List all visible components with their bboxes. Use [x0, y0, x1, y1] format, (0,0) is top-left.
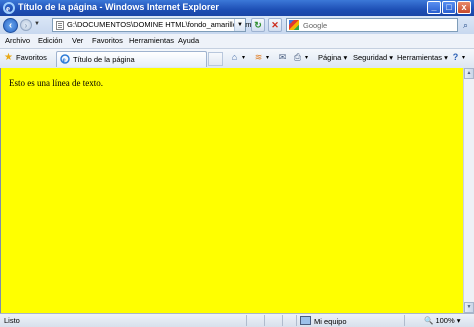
svg-text:e: e	[63, 56, 66, 64]
address-field[interactable]: G:\DOCUMENTOS\DOMINE HTML\fondo_amarillo…	[52, 18, 251, 32]
home-icon[interactable]: ⌂	[229, 52, 240, 63]
zoom-control[interactable]: 🔍 100% ▾	[424, 316, 460, 325]
read-mail-icon[interactable]: ✉	[277, 52, 288, 63]
status-bar: Listo Mi equipo 🔍 100% ▾	[0, 313, 474, 327]
menu-archivo[interactable]: Archivo	[5, 36, 30, 45]
menu-ver[interactable]: Ver	[72, 36, 83, 45]
page-menu-label: Página	[318, 53, 342, 62]
back-button[interactable]: ‹	[3, 18, 18, 33]
browser-window: e Título de la página - Windows Internet…	[0, 0, 474, 327]
zoom-level: 100%	[435, 316, 455, 325]
stop-button[interactable]: ✕	[268, 18, 282, 32]
svg-text:e: e	[6, 4, 10, 14]
feeds-icon[interactable]: ≋	[253, 52, 264, 63]
feeds-dropdown-icon[interactable]: ▾	[266, 54, 269, 61]
security-zone[interactable]: Mi equipo	[300, 316, 347, 326]
home-dropdown-icon[interactable]: ▾	[242, 54, 245, 61]
status-divider	[264, 315, 265, 326]
menu-bar: Archivo Edición Ver Favoritos Herramient…	[0, 34, 474, 49]
forward-button[interactable]: ›	[20, 19, 32, 31]
history-dropdown-icon[interactable]: ▼	[34, 21, 40, 27]
status-divider	[246, 315, 247, 326]
command-bar: ★ Favoritos e Título de la página ⌂ ▾ ≋ …	[0, 49, 474, 69]
status-divider	[282, 315, 283, 326]
tab-label: Título de la página	[73, 55, 135, 64]
favorites-label: Favoritos	[16, 53, 47, 62]
security-menu-label: Seguridad	[353, 53, 388, 62]
computer-icon	[300, 316, 311, 325]
content-text: Esto es una línea de texto.	[9, 78, 103, 88]
menu-favoritos[interactable]: Favoritos	[92, 36, 123, 45]
page-icon	[56, 21, 64, 30]
new-tab-button[interactable]	[208, 52, 223, 66]
star-icon: ★	[4, 52, 13, 63]
refresh-button[interactable]: ↻	[251, 18, 265, 32]
title-bar: e Título de la página - Windows Internet…	[0, 0, 474, 16]
search-icon[interactable]: ⌕	[459, 18, 472, 32]
google-icon	[289, 20, 299, 30]
search-input[interactable]: Google	[286, 18, 458, 32]
tools-menu-label: Herramientas	[397, 53, 443, 62]
tools-menu[interactable]: Herramientas ▾	[397, 53, 448, 62]
internet-explorer-icon: e	[3, 2, 15, 14]
tab-page-icon: e	[60, 54, 70, 64]
address-row: ‹ › ▼ G:\DOCUMENTOS\DOMINE HTML\fondo_am…	[0, 16, 474, 34]
security-menu[interactable]: Seguridad ▾	[353, 53, 393, 62]
scroll-up-icon[interactable]: ▲	[464, 68, 474, 79]
menu-herramientas[interactable]: Herramientas	[129, 36, 174, 45]
menu-ayuda[interactable]: Ayuda	[178, 36, 199, 45]
search-placeholder: Google	[303, 21, 328, 30]
help-icon[interactable]: ?	[450, 52, 461, 63]
page-menu[interactable]: Página ▾	[318, 53, 347, 62]
address-dropdown-icon[interactable]: ▼	[234, 19, 245, 31]
close-button[interactable]: x	[457, 1, 471, 14]
print-dropdown-icon[interactable]: ▾	[305, 54, 308, 61]
help-dropdown-icon[interactable]: ▾	[462, 54, 465, 61]
minimize-button[interactable]: _	[427, 1, 441, 14]
scroll-down-icon[interactable]: ▼	[464, 302, 474, 313]
vertical-scrollbar[interactable]: ▲ ▼	[463, 68, 474, 313]
url-text[interactable]: G:\DOCUMENTOS\DOMINE HTML\fondo_amarillo…	[67, 20, 251, 29]
page-content: Esto es una línea de texto.	[0, 68, 463, 313]
print-icon[interactable]: ⎙	[292, 52, 303, 63]
window-title: Título de la página - Windows Internet E…	[18, 2, 219, 12]
favorites-button[interactable]: ★ Favoritos	[1, 51, 51, 65]
menu-edicion[interactable]: Edición	[38, 36, 63, 45]
zone-label: Mi equipo	[314, 317, 347, 326]
maximize-button[interactable]: □	[442, 1, 456, 14]
status-text: Listo	[4, 316, 20, 325]
tab-active[interactable]: e Título de la página	[56, 51, 207, 67]
status-divider	[404, 315, 405, 326]
status-divider	[296, 315, 297, 326]
